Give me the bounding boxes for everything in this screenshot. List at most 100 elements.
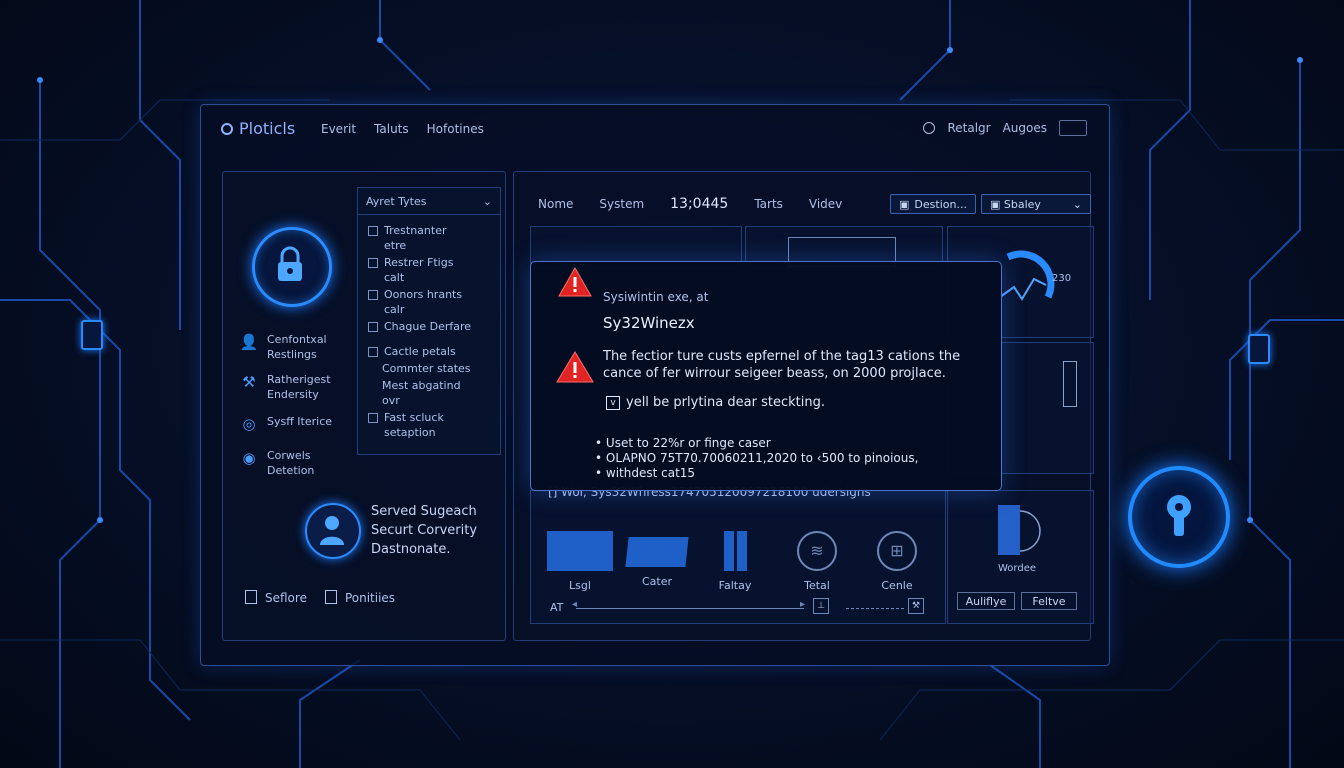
- folder-icon: ▣: [899, 197, 910, 211]
- top-right-label-1[interactable]: Retalgr: [947, 121, 990, 135]
- arrow-right-icon: ▸: [800, 599, 806, 610]
- tool-lsgl[interactable]: Lsgl: [544, 531, 616, 592]
- display-select[interactable]: ▣ Sbaley ⌄: [981, 194, 1091, 214]
- tool-tetal[interactable]: ≋ Tetal: [781, 531, 853, 592]
- top-nav: Everit Taluts Hofotines: [321, 122, 484, 136]
- destination-button-label: Destion...: [914, 197, 967, 211]
- shield-half-icon: [998, 505, 1041, 555]
- list-item[interactable]: Oonors hrants calr: [368, 287, 490, 317]
- padlock-icon: [278, 246, 302, 281]
- tool-cater[interactable]: Cater: [621, 531, 693, 588]
- tab-nome[interactable]: Nome: [538, 197, 573, 211]
- nav-item-everit[interactable]: Everit: [321, 122, 356, 136]
- fingerprint-icon: ◎: [242, 415, 256, 433]
- feature-item-1[interactable]: 👤 Cenfontxal Restlings: [239, 332, 327, 362]
- list-item-line-1: Trestnanter: [384, 224, 447, 237]
- circle-map-icon: ≋: [797, 531, 837, 571]
- list-item-line-1: Chague Derfare: [384, 320, 472, 333]
- dropdown-label: Ayret Tytes: [366, 194, 427, 208]
- feltve-button-label: Feltve: [1032, 594, 1066, 608]
- brand-logo-icon: [221, 122, 233, 135]
- list-item[interactable]: Mest abgatind ovr: [368, 378, 490, 408]
- footer-item-seflore[interactable]: Seflore: [245, 590, 307, 605]
- tool-lsgl-label: Lsgl: [569, 579, 591, 592]
- tab-system[interactable]: System: [599, 197, 644, 211]
- tab-counter[interactable]: 13;0445: [670, 196, 728, 212]
- checkbox[interactable]: [368, 290, 378, 300]
- list-item-line-2: setaption: [384, 426, 436, 439]
- list-item[interactable]: Chague Derfare: [368, 319, 490, 334]
- tool-cenle-label: Cenle: [881, 579, 913, 592]
- footer-item-2-label: Ponitiies: [344, 591, 396, 605]
- list-item[interactable]: Trestnanter etre: [368, 223, 490, 253]
- feature-item-4[interactable]: ◉ Corwels Detetion: [239, 448, 314, 478]
- feltve-button[interactable]: Feltve: [1021, 592, 1077, 610]
- monitor-icon: [547, 531, 613, 571]
- checkbox[interactable]: [368, 322, 378, 332]
- list-item: Uset to 22%r or finge caser: [595, 436, 918, 451]
- tool-cater-label: Cater: [641, 575, 673, 588]
- feature-item-3[interactable]: ◎ Sysff Iterice: [239, 414, 332, 434]
- app-brand[interactable]: Ploticls: [221, 119, 295, 138]
- tab-tarts[interactable]: Tarts: [754, 197, 783, 211]
- feature-3-line-1: Sysff Iterice: [267, 415, 333, 428]
- dialog-title: Sy32Winezx: [603, 314, 695, 332]
- nav-item-hofotines[interactable]: Hofotines: [427, 122, 484, 136]
- checkbox[interactable]: v: [606, 395, 620, 410]
- tool-faltay-label: Faltay: [718, 579, 752, 592]
- document-icon: [245, 590, 257, 604]
- list-item[interactable]: Cactle petals: [368, 344, 490, 359]
- feature-item-2[interactable]: ⚒ Ratherigest Endersity: [239, 372, 330, 402]
- display-icon: ▣: [990, 197, 1001, 211]
- dialog-bullet-list: Uset to 22%r or finge caser OLAPNO 75T70…: [595, 436, 919, 481]
- document-icon: [324, 590, 337, 604]
- tool-faltay[interactable]: Faltay: [699, 531, 771, 592]
- top-right-label-2[interactable]: Augoes: [1003, 121, 1047, 135]
- window-toggle-icon[interactable]: [1059, 120, 1087, 136]
- dialog-checkbox-label: yell be prlytina dear steckting.: [626, 395, 825, 410]
- list-item-line-2: calt: [384, 271, 405, 284]
- tab-videv[interactable]: Videv: [809, 197, 842, 211]
- tool-tetal-label: Tetal: [804, 579, 830, 592]
- destination-button[interactable]: ▣ Destion...: [890, 194, 976, 214]
- nav-item-taluts[interactable]: Taluts: [374, 122, 409, 136]
- list-item-line-1: Commter states: [382, 362, 471, 375]
- checkbox[interactable]: [368, 413, 378, 423]
- user-icon: [320, 515, 344, 545]
- list-item[interactable]: Fast scluck setaption: [368, 410, 490, 440]
- right-side-chip: [1248, 334, 1270, 364]
- settings-icon[interactable]: [923, 122, 936, 134]
- served-line-1: Served Sugeach: [371, 504, 477, 519]
- apply-button[interactable]: Auliflye: [957, 592, 1015, 610]
- right-card-label: Wordee: [998, 563, 1037, 574]
- left-side-chip: [81, 320, 103, 350]
- bottom-track: AT ◂ ▸ ⊥ ⚒: [550, 598, 940, 615]
- served-line-2: Securt Corverity: [371, 523, 478, 538]
- warning-icon: [558, 266, 592, 297]
- main-window: Ploticls Everit Taluts Hofotines Retalgr…: [200, 104, 1110, 666]
- feature-1-line-1: Cenfontxal: [267, 333, 327, 346]
- checkbox[interactable]: [368, 226, 378, 236]
- pin-icon[interactable]: ⊥: [813, 598, 829, 614]
- list-item[interactable]: Restrer Ftigs calt: [368, 255, 490, 285]
- footer-item-ponitiies[interactable]: Ponitiies: [324, 590, 396, 605]
- alert-dialog: Sysiwintin exe, at Sy32Winezx The fectio…: [530, 261, 1002, 491]
- tools-icon[interactable]: ⚒: [908, 598, 924, 614]
- tools-icon: ⚒: [242, 373, 256, 391]
- progress-track-arrow[interactable]: [576, 608, 804, 609]
- tool-cenle[interactable]: ⊞ Cenle: [861, 531, 933, 592]
- top-right-controls: Retalgr Augoes: [923, 120, 1087, 136]
- checkbox[interactable]: [368, 347, 378, 357]
- dropdown-header[interactable]: Ayret Tytes ⌄: [358, 188, 500, 215]
- dialog-checkbox-row[interactable]: v yell be prlytina dear steckting.: [606, 395, 825, 410]
- dotted-track: [846, 608, 904, 609]
- list-item-line-1: Mest abgatind: [382, 379, 461, 392]
- dropdown-list: Trestnanter etre Restrer Ftigs calt Oonors…: [358, 215, 500, 450]
- served-user-card[interactable]: Served Sugeach Securt Corverity Dastnona…: [305, 502, 477, 559]
- avatar: [305, 502, 361, 559]
- list-item: withdest cat15: [595, 466, 918, 481]
- gauge-value: 230: [1052, 273, 1072, 284]
- list-item[interactable]: Commter states: [368, 361, 490, 376]
- list-item-line-2: etre: [384, 239, 407, 252]
- checkbox[interactable]: [368, 258, 378, 268]
